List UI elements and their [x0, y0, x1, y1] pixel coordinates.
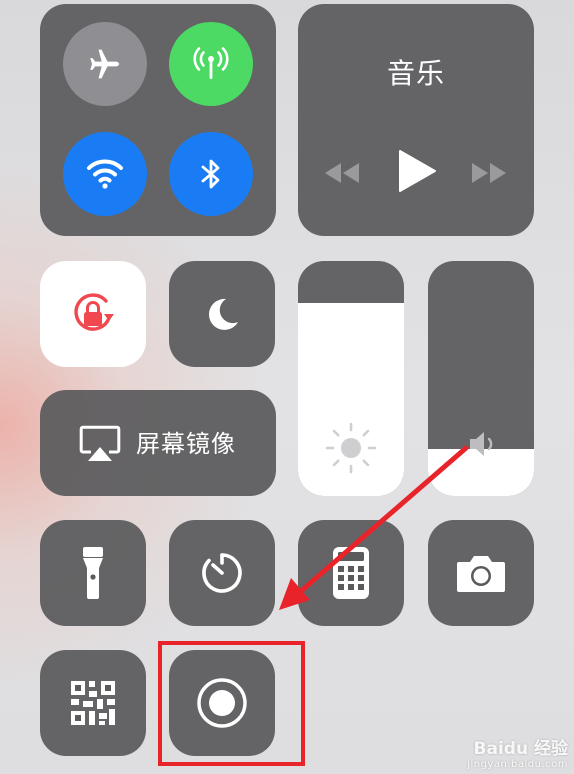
- watermark-brand: Baidu 经验: [473, 739, 568, 759]
- annotation-arrow: [279, 445, 469, 610]
- watermark-url: jingyan.baidu.com: [467, 759, 568, 770]
- baidu-watermark: Baidu 经验 jingyan.baidu.com: [467, 734, 568, 770]
